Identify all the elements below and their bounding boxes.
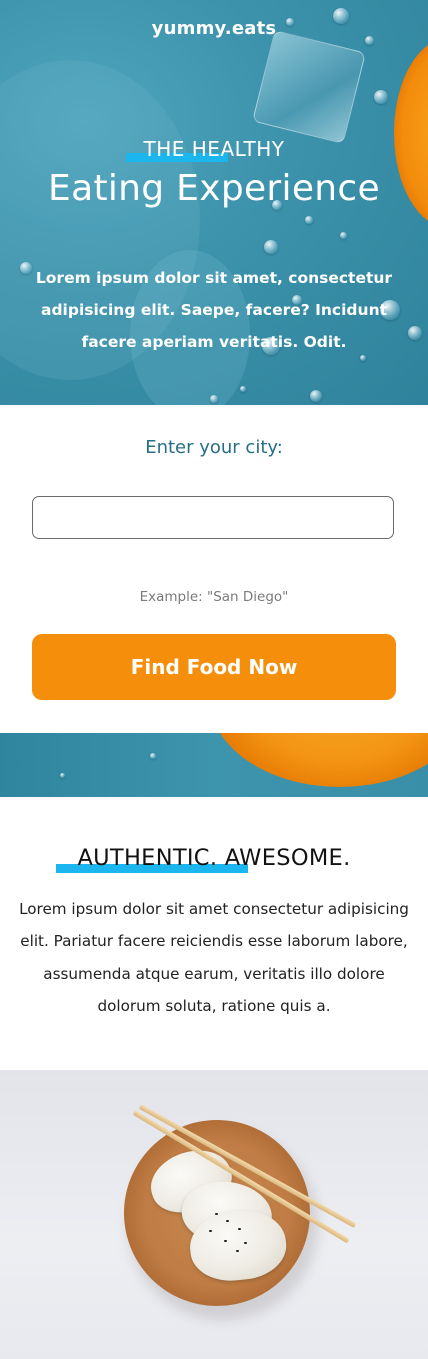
about-title: AUTHENTIC. AWESOME. (77, 845, 351, 871)
hero-headline: Eating Experience (48, 168, 380, 209)
water-drop (310, 390, 322, 402)
water-drop (374, 90, 388, 104)
water-drop (340, 232, 347, 239)
find-food-button[interactable]: Find Food Now (32, 634, 396, 700)
page: yummy.eats THE HEALTHY Eating Experience… (0, 0, 428, 1359)
sesame-seed (224, 1240, 227, 1242)
city-input[interactable] (32, 496, 394, 539)
city-example-hint: Example: "San Diego" (139, 589, 289, 605)
sesame-seed (244, 1242, 247, 1244)
sesame-seed (215, 1213, 218, 1215)
orange-slice-image (210, 733, 428, 787)
sesame-seed (236, 1250, 239, 1252)
sesame-seed (238, 1228, 241, 1230)
hero-body-text: Lorem ipsum dolor sit amet, consectetur … (35, 269, 393, 351)
water-drop (240, 386, 246, 392)
brand-logo[interactable]: yummy.eats (0, 18, 428, 39)
water-drop (264, 240, 278, 254)
water-drop (408, 326, 422, 340)
hero-eyebrow: THE HEALTHY (143, 137, 285, 161)
ice-cube-image (252, 30, 366, 144)
orange-band-image (0, 733, 428, 797)
water-drop (210, 395, 218, 403)
water-drop (150, 753, 156, 759)
hero-banner: yummy.eats THE HEALTHY Eating Experience… (0, 0, 428, 405)
dumplings-photo (0, 1070, 428, 1359)
sesame-seed (209, 1230, 212, 1232)
city-label: Enter your city: (145, 437, 283, 458)
water-drop (305, 216, 313, 224)
water-drop (60, 773, 65, 778)
about-body-text: Lorem ipsum dolor sit amet consectetur a… (19, 900, 409, 1015)
sesame-seed (226, 1220, 229, 1222)
